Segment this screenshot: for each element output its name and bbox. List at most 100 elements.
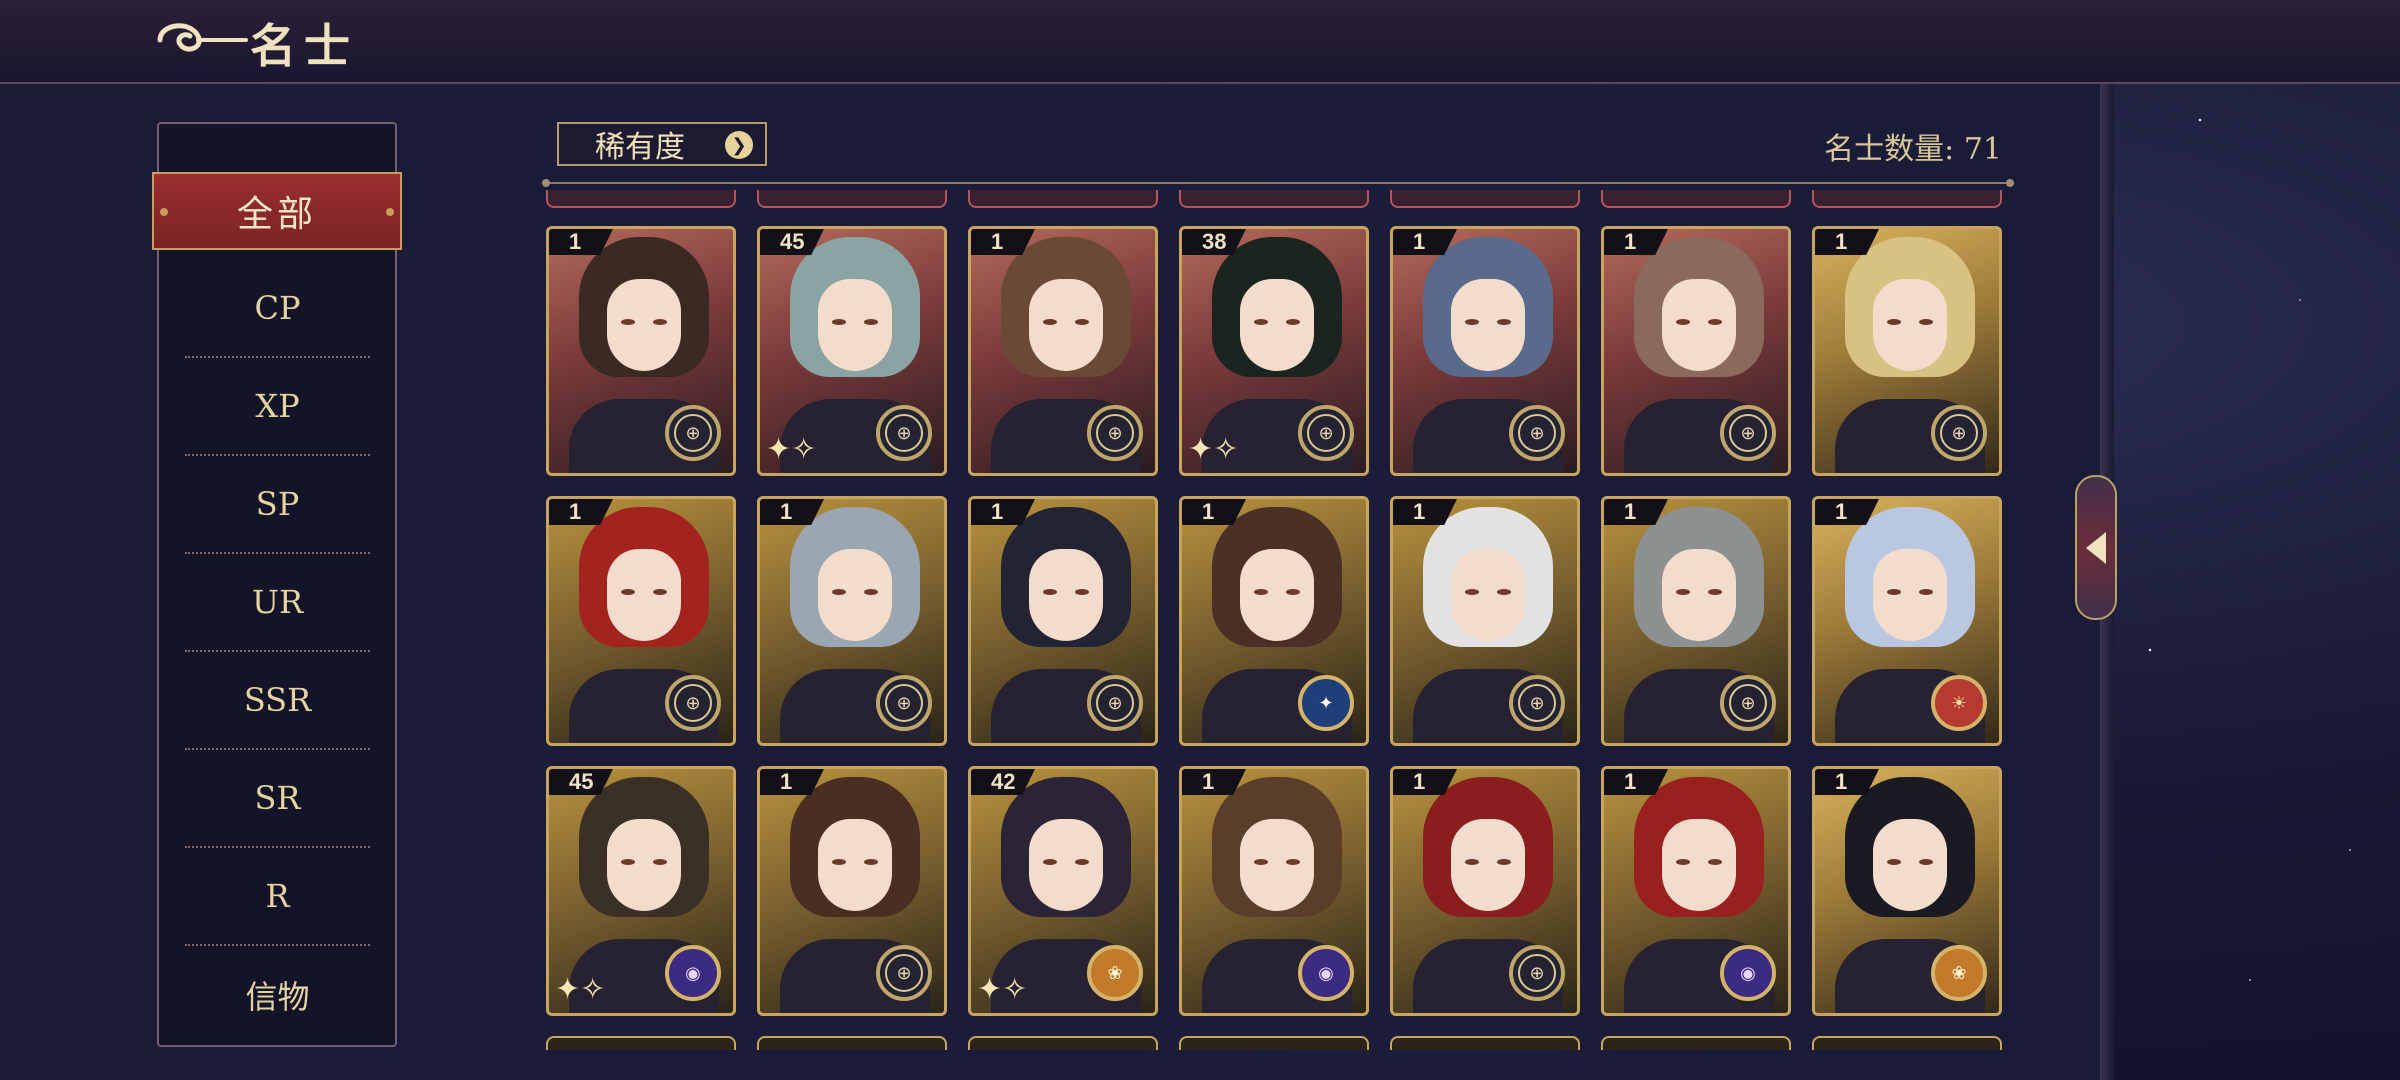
sidebar-item-xp[interactable]: XP xyxy=(185,358,370,456)
emblem-symbol: ⊕ xyxy=(1729,414,1767,452)
emblem-symbol: ◉ xyxy=(1318,962,1334,984)
emblem-symbol: ⊕ xyxy=(674,684,712,722)
cloud-swirl-icon xyxy=(157,23,248,52)
emblem-symbol: ⊕ xyxy=(1307,414,1345,452)
partial-card-bottom xyxy=(968,1036,1158,1050)
sidebar-item-label: SSR xyxy=(243,681,312,719)
sparkle-icon: ✦✧ xyxy=(977,972,1028,1007)
character-card[interactable]: 1 ⊕ xyxy=(1601,226,1791,476)
character-card[interactable]: 45 ✦✧ ◉ xyxy=(546,766,736,1016)
character-card[interactable]: 1 ⊕ xyxy=(757,766,947,1016)
sidebar-item-label: 全部 xyxy=(236,194,317,235)
sidebar-item-sr[interactable]: SR xyxy=(185,750,370,848)
partial-card-bottom xyxy=(1390,1036,1580,1050)
partial-card-top xyxy=(968,190,1158,208)
emblem-symbol: ⊕ xyxy=(1729,684,1767,722)
character-card[interactable]: 38 ✦✧ ⊕ xyxy=(1179,226,1369,476)
faction-emblem-icon: ⊕ xyxy=(665,675,721,731)
faction-emblem-icon: ⊕ xyxy=(1720,405,1776,461)
arrow-left-icon xyxy=(2086,532,2106,564)
emblem-symbol: ✦ xyxy=(1318,692,1334,714)
sidebar-item-label: SP xyxy=(255,485,300,523)
sidebar-item-label: 信物 xyxy=(245,978,310,1016)
partial-card-top xyxy=(1390,190,1580,208)
faction-emblem-icon: ❀ xyxy=(1931,945,1987,1001)
emblem-symbol: ⊕ xyxy=(1518,414,1556,452)
faction-emblem-icon: ☀ xyxy=(1931,675,1987,731)
emblem-symbol: ❀ xyxy=(1107,962,1123,984)
sidebar-item-label: CP xyxy=(254,289,301,327)
character-card[interactable]: 1 ◉ xyxy=(1179,766,1369,1016)
character-count: 名士数量: 71 xyxy=(1824,132,2002,167)
faction-emblem-icon: ⊕ xyxy=(1087,675,1143,731)
faction-emblem-icon: ⊕ xyxy=(665,405,721,461)
character-card[interactable]: 1 ⊕ xyxy=(968,496,1158,746)
character-card-grid: 1 ⊕ 45 ✦✧ ⊕ 1 ⊕ 38 ✦✧ ⊕ 1 ⊕ 1 ⊕ 1 ⊕ 1 ⊕ 1 ⊕ 1 ⊕ 1 ✦ 1 ⊕ 1 ⊕ 1 ☀ 45 ✦✧ ◉ 1… xyxy=(546,190,2006,1050)
faction-emblem-icon: ⊕ xyxy=(1931,405,1987,461)
sidebar-item-all[interactable]: 全部 xyxy=(152,172,402,250)
emblem-symbol: ❀ xyxy=(1951,962,1967,984)
character-card[interactable]: 1 ⊕ xyxy=(1390,226,1580,476)
header-bar: 名士 xyxy=(0,0,2400,84)
character-card[interactable]: 1 ⊕ xyxy=(1812,226,2002,476)
sidebar-item-cp[interactable]: CP xyxy=(185,260,370,358)
character-card[interactable]: 1 ⊕ xyxy=(1390,496,1580,746)
emblem-symbol: ◉ xyxy=(685,962,701,984)
partial-card-top xyxy=(1601,190,1791,208)
collapse-panel-button[interactable] xyxy=(2075,475,2117,620)
partial-card-top xyxy=(546,190,736,208)
faction-emblem-icon: ⊕ xyxy=(1509,675,1565,731)
character-card[interactable]: 1 ✦ xyxy=(1179,496,1369,746)
faction-emblem-icon: ◉ xyxy=(1720,945,1776,1001)
character-card[interactable]: 1 ❀ xyxy=(1812,766,2002,1016)
character-card[interactable]: 1 ☀ xyxy=(1812,496,2002,746)
emblem-symbol: ⊕ xyxy=(885,414,923,452)
sidebar-item-r[interactable]: R xyxy=(185,848,370,946)
partial-card-bottom xyxy=(1179,1036,1369,1050)
faction-emblem-icon: ❀ xyxy=(1087,945,1143,1001)
faction-emblem-icon: ⊕ xyxy=(1298,405,1354,461)
emblem-symbol: ⊕ xyxy=(674,414,712,452)
partial-card-bottom xyxy=(757,1036,947,1050)
faction-emblem-icon: ◉ xyxy=(1298,945,1354,1001)
partial-card-top xyxy=(1179,190,1369,208)
emblem-symbol: ⊕ xyxy=(885,684,923,722)
faction-emblem-icon: ⊕ xyxy=(876,945,932,1001)
emblem-symbol: ⊕ xyxy=(1940,414,1978,452)
rarity-filter-dropdown[interactable]: 稀有度 ❯ xyxy=(557,122,767,166)
faction-emblem-icon: ⊕ xyxy=(1087,405,1143,461)
character-card[interactable]: 1 ◉ xyxy=(1601,766,1791,1016)
partial-card-bottom xyxy=(1601,1036,1791,1050)
sparkle-icon: ✦✧ xyxy=(766,432,817,467)
faction-emblem-icon: ✦ xyxy=(1298,675,1354,731)
sidebar-item-token[interactable]: 信物 xyxy=(185,946,370,1044)
faction-emblem-icon: ⊕ xyxy=(1720,675,1776,731)
page-title: 名士 xyxy=(250,19,358,73)
character-card[interactable]: 1 ⊕ xyxy=(1601,496,1791,746)
sidebar-item-ur[interactable]: UR xyxy=(185,554,370,652)
emblem-symbol: ⊕ xyxy=(1518,684,1556,722)
partial-card-top xyxy=(1812,190,2002,208)
character-card[interactable]: 1 ⊕ xyxy=(546,496,736,746)
character-card[interactable]: 1 ⊕ xyxy=(546,226,736,476)
character-card[interactable]: 1 ⊕ xyxy=(1390,766,1580,1016)
character-card[interactable]: 45 ✦✧ ⊕ xyxy=(757,226,947,476)
partial-card-top xyxy=(757,190,947,208)
sidebar-item-label: UR xyxy=(251,583,304,621)
faction-emblem-icon: ⊕ xyxy=(876,675,932,731)
emblem-symbol: ⊕ xyxy=(1096,684,1134,722)
sparkle-icon: ✦✧ xyxy=(555,972,606,1007)
character-card[interactable]: 1 ⊕ xyxy=(757,496,947,746)
sidebar-item-ssr[interactable]: SSR xyxy=(185,652,370,750)
character-card[interactable]: 42 ✦✧ ❀ xyxy=(968,766,1158,1016)
faction-emblem-icon: ⊕ xyxy=(876,405,932,461)
divider-line xyxy=(542,179,2014,187)
chevron-down-icon: ❯ xyxy=(725,131,753,159)
partial-card-bottom xyxy=(1812,1036,2002,1050)
partial-card-bottom xyxy=(546,1036,736,1050)
sidebar-item-sp[interactable]: SP xyxy=(185,456,370,554)
sidebar-item-label: XP xyxy=(255,387,300,425)
character-card[interactable]: 1 ⊕ xyxy=(968,226,1158,476)
filter-label: 稀有度 xyxy=(595,130,685,165)
faction-emblem-icon: ⊕ xyxy=(1509,945,1565,1001)
